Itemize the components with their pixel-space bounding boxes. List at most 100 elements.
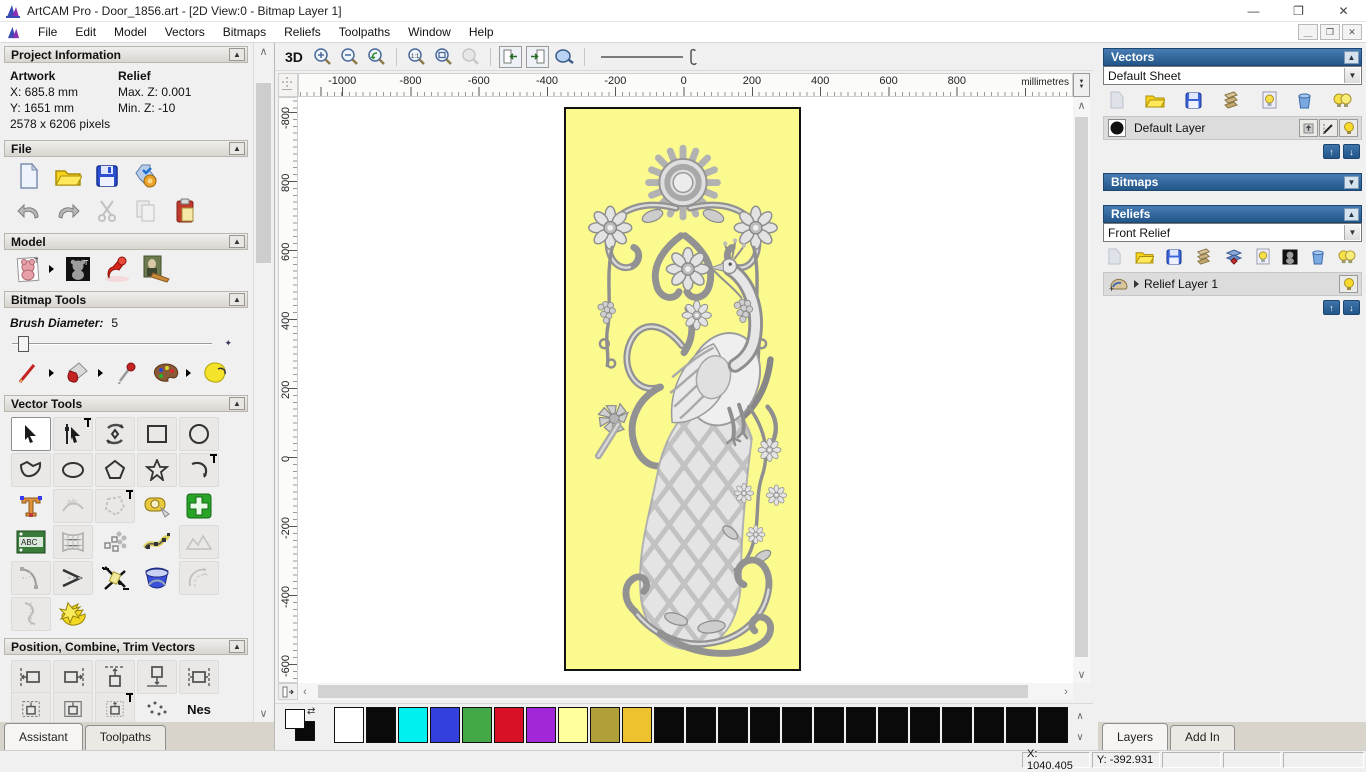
colour-swatch[interactable] — [750, 707, 780, 743]
colour-swatch[interactable] — [462, 707, 492, 743]
minimize-button[interactable]: — — [1231, 0, 1276, 22]
model-options-button[interactable] — [131, 162, 161, 190]
collapse-button[interactable]: ▲ — [229, 640, 245, 653]
zoom-previous-icon[interactable] — [365, 46, 388, 68]
vector-layer-name[interactable]: Default Layer — [1134, 121, 1205, 135]
paste-replicate-button[interactable] — [179, 489, 219, 523]
scrollbar-thumb[interactable] — [1075, 117, 1088, 657]
bisector-tool-button[interactable] — [53, 561, 93, 595]
colour-swatch[interactable] — [846, 707, 876, 743]
new-relief-layer-button[interactable] — [1107, 248, 1122, 265]
interactive-distortion-button[interactable] — [137, 561, 177, 595]
colour-swatch[interactable] — [654, 707, 684, 743]
colour-swatch[interactable] — [974, 707, 1004, 743]
toggle-snap-left-button[interactable] — [498, 45, 522, 68]
colour-swatch[interactable] — [366, 707, 396, 743]
zoom-1to1-icon[interactable]: 1:1 — [405, 46, 428, 68]
colour-swatch[interactable] — [334, 707, 364, 743]
open-model-button[interactable] — [53, 162, 83, 190]
envelope-distort-button[interactable] — [53, 525, 93, 559]
ruler-units-button[interactable]: ▼ ▼ — [1073, 73, 1090, 97]
centre-in-model-button[interactable] — [53, 692, 93, 722]
align-bottom-button[interactable] — [137, 660, 177, 694]
toggle-layer-visibility-button[interactable] — [1262, 91, 1277, 109]
layer-lock-button[interactable] — [1299, 119, 1318, 137]
colour-swatch[interactable] — [910, 707, 940, 743]
assistant-scrollbar[interactable]: ∧ ∨ — [253, 43, 272, 722]
relief-visibility-bulb-button[interactable] — [1339, 275, 1358, 293]
colour-swatch[interactable] — [494, 707, 524, 743]
colour-swatch[interactable] — [878, 707, 908, 743]
block-copy-button[interactable] — [95, 525, 135, 559]
create-ellipse-button[interactable] — [53, 453, 93, 487]
scatter-copies-button[interactable] — [137, 692, 177, 722]
colour-swatch[interactable] — [814, 707, 844, 743]
collapse-button[interactable]: ▲ — [229, 235, 245, 248]
centre-in-page-button[interactable] — [11, 692, 51, 722]
zoom-fit-icon[interactable] — [432, 46, 455, 68]
merge-layers-button[interactable] — [1222, 91, 1241, 109]
offset-vectors-button[interactable] — [179, 561, 219, 595]
colour-swatch[interactable] — [782, 707, 812, 743]
undo-button[interactable] — [14, 197, 44, 225]
create-polygon-button[interactable] — [95, 453, 135, 487]
show-all-layers-button[interactable] — [1332, 91, 1352, 109]
paint-brush-button[interactable] — [14, 359, 44, 387]
flyout-arrow[interactable] — [98, 369, 103, 377]
canvas-vertical-scrollbar[interactable]: ∧ ∨ — [1073, 97, 1090, 683]
mdi-minimize-button[interactable]: ＿ — [1298, 24, 1318, 40]
vector-layer-row[interactable]: Default Layer — [1103, 116, 1362, 140]
layer-colour-chip[interactable] — [1108, 119, 1126, 137]
menu-item[interactable]: Toolpaths — [330, 23, 399, 41]
collapse-button[interactable]: ▲ — [1344, 50, 1359, 64]
colour-swatch[interactable] — [590, 707, 620, 743]
stack-relief-button[interactable] — [1225, 248, 1243, 265]
expand-arrow-icon[interactable] — [1134, 280, 1139, 288]
create-polyline-button[interactable] — [11, 453, 51, 487]
align-right-button[interactable] — [53, 660, 93, 694]
show-all-relief-layers-button[interactable] — [1337, 248, 1356, 265]
menu-item[interactable]: Bitmaps — [214, 23, 275, 41]
align-left-button[interactable] — [11, 660, 51, 694]
copy-button[interactable] — [131, 197, 161, 225]
primary-secondary-colours[interactable]: ⇄ — [285, 706, 319, 745]
move-layer-up-button[interactable]: ↑ — [1323, 144, 1340, 159]
mdi-close-button[interactable]: ✕ — [1342, 24, 1362, 40]
text-on-curve-button[interactable]: ab — [53, 489, 93, 523]
tab-add-in[interactable]: Add In — [1170, 725, 1235, 750]
chevron-down-icon[interactable]: ▼ — [1344, 225, 1360, 240]
menu-item[interactable]: Reliefs — [275, 23, 330, 41]
create-arc-button[interactable] — [179, 453, 219, 487]
scrollbar-thumb[interactable] — [318, 685, 1028, 698]
zoom-out-icon[interactable] — [338, 46, 361, 68]
restore-button[interactable]: ❐ — [1276, 0, 1321, 22]
colour-swatch[interactable] — [686, 707, 716, 743]
greyscale-model-button[interactable]: T — [63, 255, 93, 283]
fit-vectors-to-relief-button[interactable] — [179, 525, 219, 559]
node-editing-button[interactable] — [53, 417, 93, 451]
new-vector-layer-button[interactable] — [1109, 91, 1125, 109]
create-circle-button[interactable] — [179, 417, 219, 451]
collapse-button[interactable]: ▲ — [229, 397, 245, 410]
colour-swatch[interactable] — [718, 707, 748, 743]
zoom-in-icon[interactable] — [311, 46, 334, 68]
zoom-selection-icon[interactable] — [459, 46, 482, 68]
colour-palette-button[interactable] — [151, 359, 181, 387]
menu-item[interactable]: File — [29, 23, 66, 41]
cut-button[interactable] — [92, 197, 122, 225]
text-block-button[interactable]: ABC — [11, 525, 51, 559]
scrollbar-thumb[interactable] — [256, 83, 271, 263]
scroll-right-arrow[interactable]: › — [1059, 683, 1073, 700]
colour-swatch[interactable] — [430, 707, 460, 743]
ruler-toggle-icon[interactable] — [278, 683, 298, 700]
collapse-button[interactable]: ▲ — [229, 293, 245, 306]
expand-button[interactable]: ▼ — [1344, 175, 1359, 189]
new-model-button[interactable] — [14, 162, 44, 190]
transform-vectors-button[interactable] — [95, 417, 135, 451]
scroll-up-arrow[interactable]: ∧ — [254, 43, 273, 60]
menu-item[interactable]: Window — [399, 23, 460, 41]
menu-item[interactable]: Vectors — [156, 23, 214, 41]
align-top-button[interactable] — [95, 660, 135, 694]
menu-item[interactable]: Edit — [66, 23, 105, 41]
align-centre-button[interactable] — [179, 660, 219, 694]
